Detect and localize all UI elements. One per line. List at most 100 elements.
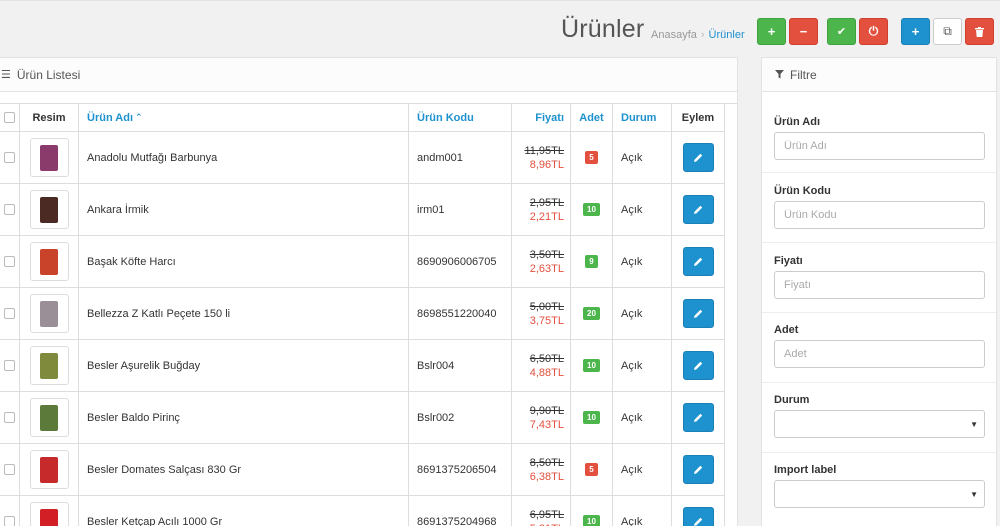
new-product-button[interactable]: +	[901, 18, 930, 45]
select-all-checkbox[interactable]	[3, 112, 15, 123]
column-action: Eylem	[672, 104, 725, 131]
row-action-cell	[672, 392, 725, 443]
product-price-cell: 5,00TL 3,75TL	[512, 288, 571, 339]
row-checkbox[interactable]	[3, 412, 15, 423]
filter-import-label: Import label	[774, 464, 837, 476]
product-image	[40, 144, 58, 171]
edit-button[interactable]	[682, 195, 714, 224]
list-icon: ☰	[1, 69, 11, 81]
filter-icon	[775, 70, 784, 79]
breadcrumb-current[interactable]: Ürünler	[709, 29, 745, 41]
pencil-icon	[693, 309, 702, 318]
filter-import-group: Import label ▼	[762, 453, 996, 523]
old-price: 6,50TL	[529, 352, 564, 365]
copy-icon: ⧉	[943, 24, 952, 38]
column-status[interactable]: Durum	[613, 104, 672, 131]
product-qty-cell: 9	[571, 236, 613, 287]
row-image-cell	[20, 288, 79, 339]
product-price-cell: 2,95TL 2,21TL	[512, 184, 571, 235]
copy-button[interactable]: ⧉	[933, 18, 962, 45]
row-checkbox[interactable]	[3, 308, 15, 319]
table-header: Resim Ürün Adı ⌃ Ürün Kodu Fiyatı Adet Du…	[0, 104, 725, 132]
product-image	[40, 404, 58, 431]
column-code-label[interactable]: Ürün Kodu	[417, 112, 474, 124]
breadcrumb-separator-icon: ›	[700, 29, 705, 41]
filter-name-group: Ürün Adı	[762, 103, 996, 173]
row-checkbox[interactable]	[3, 516, 15, 526]
column-price-label[interactable]: Fiyatı	[535, 112, 564, 124]
row-checkbox[interactable]	[3, 464, 15, 475]
disable-button[interactable]: ⏻	[859, 18, 888, 45]
enable-button[interactable]: ✔	[827, 18, 856, 45]
table-row: Anadolu Mutfağı Barbunya andm001 11,95TL 8,…	[0, 132, 725, 184]
pencil-icon	[693, 205, 702, 214]
special-price: 6,38TL	[529, 470, 564, 483]
column-qty-label[interactable]: Adet	[579, 112, 603, 124]
column-price[interactable]: Fiyatı	[512, 104, 571, 131]
product-name: Besler Aşurelik Buğday	[79, 340, 409, 391]
row-checkbox[interactable]	[3, 360, 15, 371]
product-list-title: Ürün Listesi	[16, 67, 81, 82]
column-code[interactable]: Ürün Kodu	[409, 104, 512, 131]
product-image	[40, 300, 58, 327]
row-checkbox[interactable]	[3, 256, 15, 267]
filter-name-input[interactable]	[774, 132, 985, 160]
filter-import-select[interactable]: ▼	[774, 480, 985, 508]
special-price: 2,63TL	[529, 262, 564, 275]
pencil-icon	[693, 517, 702, 526]
product-name: Başak Köfte Harcı	[79, 236, 409, 287]
edit-button[interactable]	[682, 351, 714, 380]
product-status: Açık	[613, 340, 672, 391]
filter-code-input[interactable]	[774, 201, 985, 229]
filter-name-label: Ürün Adı	[774, 116, 821, 128]
product-status: Açık	[613, 236, 672, 287]
product-qty-cell: 20	[571, 288, 613, 339]
edit-button[interactable]	[682, 247, 714, 276]
row-select-cell	[0, 184, 20, 235]
special-price: 4,88TL	[529, 366, 564, 379]
old-price: 2,95TL	[529, 196, 564, 209]
pencil-icon	[693, 361, 702, 370]
row-action-cell	[672, 236, 725, 287]
column-name-label[interactable]: Ürün Adı	[87, 112, 133, 124]
product-qty-cell: 10	[571, 392, 613, 443]
remove-button[interactable]: −	[789, 18, 818, 45]
old-price: 5,00TL	[529, 300, 564, 313]
product-name: Besler Ketçap Acılı 1000 Gr	[79, 496, 409, 526]
row-select-cell	[0, 392, 20, 443]
product-price-cell: 6,50TL 4,88TL	[512, 340, 571, 391]
row-image-cell	[20, 236, 79, 287]
column-qty[interactable]: Adet	[571, 104, 613, 131]
plus-icon: +	[911, 24, 920, 39]
column-name[interactable]: Ürün Adı ⌃	[79, 104, 409, 131]
filter-qty-input[interactable]	[774, 340, 985, 368]
old-price: 8,50TL	[529, 456, 564, 469]
add-button[interactable]: +	[757, 18, 786, 45]
old-price: 6,95TL	[529, 508, 564, 521]
product-price-cell: 9,90TL 7,43TL	[512, 392, 571, 443]
row-action-cell	[672, 288, 725, 339]
row-checkbox[interactable]	[3, 204, 15, 215]
edit-button[interactable]	[682, 143, 714, 172]
column-status-label[interactable]: Durum	[621, 112, 656, 124]
old-price: 11,95TL	[524, 144, 564, 157]
product-qty-cell: 10	[571, 496, 613, 526]
pencil-icon	[693, 257, 702, 266]
edit-button[interactable]	[682, 299, 714, 328]
qty-badge: 10	[583, 411, 600, 424]
product-code: Bslr004	[409, 340, 512, 391]
page-title: Ürünler	[561, 15, 645, 43]
edit-button[interactable]	[682, 455, 714, 484]
row-checkbox[interactable]	[3, 152, 15, 163]
filter-status-select[interactable]: ▼	[774, 410, 985, 438]
delete-button[interactable]	[965, 18, 994, 45]
product-qty-cell: 10	[571, 340, 613, 391]
product-status: Açık	[613, 132, 672, 183]
table-row: Bellezza Z Katlı Peçete 150 li 8698551220…	[0, 288, 725, 340]
product-image	[40, 508, 58, 526]
breadcrumb-home[interactable]: Anasayfa	[651, 29, 697, 41]
edit-button[interactable]	[682, 507, 714, 526]
filter-price-input[interactable]	[774, 271, 985, 299]
edit-button[interactable]	[682, 403, 714, 432]
product-status: Açık	[613, 184, 672, 235]
